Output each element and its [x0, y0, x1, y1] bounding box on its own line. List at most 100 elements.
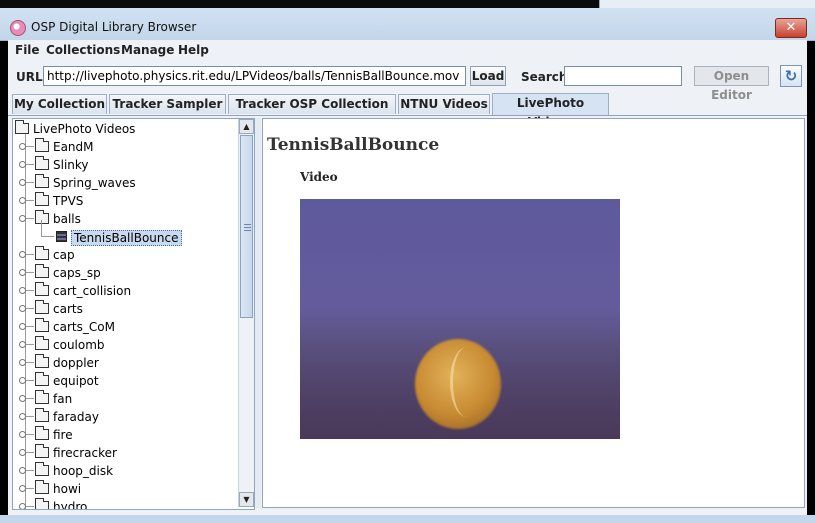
tab-ntnu-videos[interactable]: NTNU Videos	[398, 94, 490, 114]
tree-item-carts-com[interactable]: carts_CoM	[13, 318, 235, 337]
menu-file[interactable]: File	[15, 43, 40, 57]
tree-item-label-selected: TennisBallBounce	[71, 230, 182, 246]
tree-item-label: coulomb	[53, 338, 105, 352]
video-thumbnail[interactable]	[300, 199, 620, 439]
scroll-down-icon[interactable]: ▼	[239, 492, 254, 507]
expand-toggle-icon[interactable]	[19, 377, 26, 384]
tree-connector	[26, 506, 34, 507]
tree-item-label: equipot	[53, 374, 99, 388]
tab-tracker-sampler[interactable]: Tracker Sampler	[109, 94, 226, 114]
expand-toggle-icon[interactable]	[19, 431, 26, 438]
expand-toggle-icon[interactable]	[19, 179, 26, 186]
folder-icon	[35, 300, 49, 314]
desktop-strip	[0, 0, 815, 8]
expand-toggle-icon[interactable]	[19, 503, 26, 509]
expand-toggle-icon[interactable]	[19, 413, 26, 420]
tree-item-tpvs[interactable]: TPVS	[13, 192, 235, 211]
tree-item-spring-waves[interactable]: Spring_waves	[13, 174, 235, 193]
expand-toggle-icon[interactable]	[19, 323, 26, 330]
tree-root[interactable]: LivePhoto Videos	[13, 120, 235, 139]
expand-toggle-icon[interactable]	[19, 269, 26, 276]
tree-item-hydro[interactable]: hydro	[13, 498, 235, 509]
scroll-up-icon[interactable]: ▲	[239, 119, 254, 134]
folder-icon	[35, 354, 49, 368]
folder-icon	[35, 246, 49, 260]
tree-item-doppler[interactable]: doppler	[13, 354, 235, 373]
tab-livephoto-videos[interactable]: LivePhoto Videos	[492, 93, 609, 129]
refresh-icon[interactable]: ↻	[780, 65, 802, 87]
close-button[interactable]: ✕	[775, 18, 807, 38]
tree-item-carts[interactable]: carts	[13, 300, 235, 319]
tree-item-cart-collision[interactable]: cart_collision	[13, 282, 235, 301]
menu-collections[interactable]: Collections	[46, 43, 120, 57]
tree-connector	[26, 254, 34, 255]
scroll-thumb[interactable]	[240, 135, 253, 318]
split-pane-divider[interactable]	[255, 118, 261, 508]
tree-item-howi[interactable]: howi	[13, 480, 235, 499]
tree-item-hoop-disk[interactable]: hoop_disk	[13, 462, 235, 481]
expand-toggle-icon[interactable]	[19, 449, 26, 456]
expand-toggle-icon[interactable]	[19, 485, 26, 492]
expand-toggle-icon[interactable]	[19, 395, 26, 402]
tree-connector	[26, 218, 34, 219]
folder-icon	[35, 192, 49, 206]
expand-toggle-icon[interactable]	[19, 467, 26, 474]
tree-item-caps-sp[interactable]: caps_sp	[13, 264, 235, 283]
collection-tabs: My Collection Tracker Sampler Tracker OS…	[8, 93, 807, 130]
tree-item-fan[interactable]: fan	[13, 390, 235, 409]
tree-item-label: faraday	[53, 410, 99, 424]
tree-connector	[26, 344, 34, 345]
tree-item-balls[interactable]: balls	[13, 210, 235, 229]
tree-item-label: cap	[53, 248, 75, 262]
tree-connector	[26, 398, 34, 399]
folder-icon	[35, 408, 49, 422]
expand-toggle-icon[interactable]	[19, 359, 26, 366]
folder-icon	[35, 336, 49, 350]
tree-item-faraday[interactable]: faraday	[13, 408, 235, 427]
url-input[interactable]: http://livephoto.physics.rit.edu/LPVideo…	[43, 66, 466, 86]
tree-item-firecracker[interactable]: firecracker	[13, 444, 235, 463]
tree-item-slinky[interactable]: Slinky	[13, 156, 235, 175]
expand-toggle-icon[interactable]	[19, 215, 26, 222]
tree-item-label: carts	[53, 302, 83, 316]
tree-item-coulomb[interactable]: coulomb	[13, 336, 235, 355]
expand-toggle-icon[interactable]	[19, 341, 26, 348]
load-button[interactable]: Load	[470, 66, 506, 86]
tree-item-eandm[interactable]: EandM	[13, 138, 235, 157]
tab-tracker-osp-collection[interactable]: Tracker OSP Collection–	[228, 94, 396, 130]
tree-item-equipot[interactable]: equipot	[13, 372, 235, 391]
folder-icon	[35, 282, 49, 296]
tree-item-cap[interactable]: cap	[13, 246, 235, 265]
tree-item-label: EandM	[53, 140, 94, 154]
tree-connector	[26, 326, 34, 327]
menu-help[interactable]: Help	[178, 43, 209, 57]
folder-icon	[35, 138, 49, 152]
tree-item-label: TPVS	[53, 194, 84, 208]
collection-tree: LivePhoto Videos EandM Slinky Spring_wav…	[12, 118, 255, 510]
resource-title: TennisBallBounce	[267, 135, 440, 155]
expand-toggle-icon[interactable]	[19, 197, 26, 204]
open-editor-button[interactable]: Open Editor	[694, 66, 769, 102]
expand-toggle-icon[interactable]	[19, 287, 26, 294]
folder-icon	[15, 120, 29, 134]
window-bottom-border	[0, 515, 815, 523]
tree-item-label: cart_collision	[53, 284, 132, 298]
folder-icon	[35, 498, 49, 509]
folder-icon	[35, 444, 49, 458]
search-input[interactable]	[564, 66, 682, 86]
tree-item-tennisballbounce[interactable]: TennisBallBounce	[13, 220, 235, 247]
menu-manage[interactable]: Manage	[121, 43, 174, 57]
expand-toggle-icon[interactable]	[19, 143, 26, 150]
tree-connector	[26, 308, 34, 309]
expand-toggle-icon[interactable]	[19, 305, 26, 312]
tab-my-collection[interactable]: My Collection	[12, 94, 107, 114]
tree-connector	[26, 434, 34, 435]
tree-connector	[26, 146, 34, 147]
tree-item-label: caps_sp	[53, 266, 101, 280]
tree-scrollbar[interactable]: ▲ ▼	[238, 119, 254, 507]
folder-icon	[35, 318, 49, 332]
expand-toggle-icon[interactable]	[19, 251, 26, 258]
tree-item-label: firecracker	[53, 446, 117, 460]
tree-item-fire[interactable]: fire	[13, 426, 235, 445]
expand-toggle-icon[interactable]	[19, 161, 26, 168]
